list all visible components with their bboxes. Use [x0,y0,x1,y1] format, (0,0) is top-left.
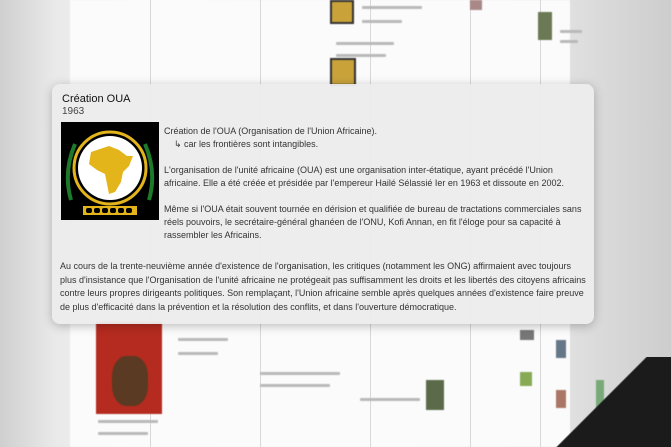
popup-title: Création OUA [62,93,131,105]
popup-body-top: Création de l'OUA (Organisation de l'Uni… [164,125,584,242]
popup-year: 1963 [62,106,85,117]
oau-emblem-icon [61,122,159,220]
popup-body-bottom: Au cours de la trente-neuvième année d'e… [60,260,586,314]
popup-paragraph: L'organisation de l'unité africaine (OUA… [164,165,564,188]
event-detail-popup[interactable]: Création OUA 1963 Création de l'OUA (Org… [52,84,594,324]
popup-intro: Création de l'OUA (Organisation de l'Uni… [164,126,378,136]
popup-paragraph: Même si l'OUA était souvent tournée en d… [164,204,582,240]
popup-paragraph: Au cours de la trente-neuvième année d'e… [60,261,586,312]
background-thumbnail [330,58,356,86]
popup-subnote: ↳ car les frontières sont intangibles. [174,139,319,149]
background-thumbnail [330,0,354,24]
